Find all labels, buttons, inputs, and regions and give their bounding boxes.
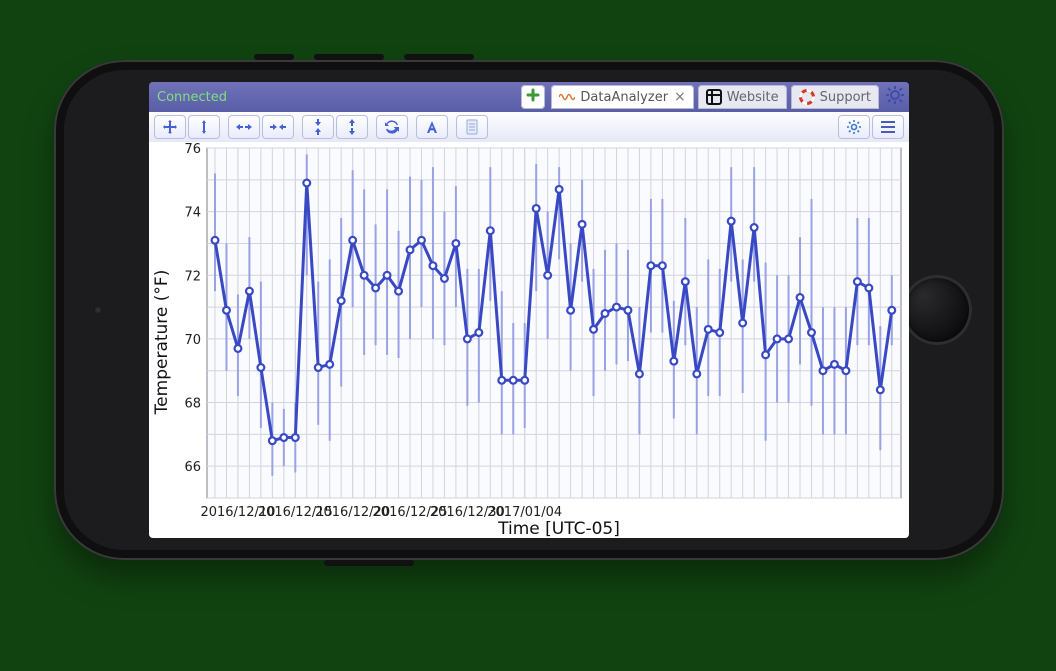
x-axis-label: Time [UTC-05] (497, 519, 620, 538)
svg-text:76: 76 (184, 142, 201, 157)
refresh-tool[interactable] (376, 115, 408, 139)
zoom-y-tool[interactable] (188, 115, 220, 139)
arrows-out-vertical-icon (345, 118, 359, 136)
window-tabbar: Connected DataAnalyzer × (149, 82, 909, 112)
gear-icon (846, 119, 862, 135)
pan-tool[interactable] (154, 115, 186, 139)
chart-toolbar (149, 112, 909, 143)
tab-label: Website (727, 90, 779, 105)
menu-button[interactable] (872, 115, 904, 139)
svg-text:2017/01/04: 2017/01/04 (487, 505, 562, 520)
home-button[interactable] (902, 275, 972, 345)
chart-settings-button[interactable] (838, 115, 870, 139)
grid-icon (706, 89, 722, 105)
annotate-tool[interactable] (416, 115, 448, 139)
document-icon (465, 119, 479, 135)
arrows-out-horizontal-icon (269, 120, 287, 134)
svg-text:74: 74 (184, 206, 201, 221)
phone-frame: Connected DataAnalyzer × (54, 60, 1004, 560)
temperature-chart[interactable]: 666870727476 2016/12/102016/12/152016/12… (149, 142, 909, 538)
close-icon[interactable]: × (674, 89, 686, 105)
tab-label: DataAnalyzer (580, 90, 668, 105)
tab-dataanalyzer[interactable]: DataAnalyzer × (551, 85, 693, 109)
chart-area[interactable]: 666870727476 2016/12/102016/12/152016/12… (149, 142, 909, 538)
move-icon (162, 119, 178, 135)
svg-text:68: 68 (184, 397, 201, 412)
svg-text:66: 66 (184, 460, 201, 475)
arrows-in-vertical-icon (311, 118, 325, 136)
phone-speaker (94, 306, 102, 314)
tab-label: Support (820, 90, 871, 105)
zoom-out-x-tool[interactable] (262, 115, 294, 139)
fit-y-tool[interactable] (302, 115, 334, 139)
svg-text:70: 70 (184, 333, 201, 348)
zoom-in-x-tool[interactable] (228, 115, 260, 139)
arrows-in-horizontal-icon (235, 120, 253, 134)
tab-website[interactable]: Website (698, 85, 787, 109)
gear-sparkle-icon (885, 85, 905, 109)
app-screen: Connected DataAnalyzer × (149, 82, 909, 538)
tab-support[interactable]: Support (791, 85, 879, 109)
svg-text:72: 72 (184, 269, 201, 284)
zoom-vertical-icon (196, 119, 212, 135)
notes-tool[interactable] (456, 115, 488, 139)
hamburger-icon (880, 120, 896, 134)
wave-icon (559, 89, 575, 105)
lifering-icon (799, 89, 815, 105)
letter-a-icon (425, 120, 439, 134)
y-axis-label: Temperature (°F) (152, 270, 172, 416)
plus-icon (526, 88, 540, 106)
settings-menu-button[interactable] (881, 83, 909, 111)
refresh-icon (384, 119, 400, 135)
new-tab-button[interactable] (521, 85, 545, 109)
auto-y-tool[interactable] (336, 115, 368, 139)
connection-status: Connected (149, 90, 235, 105)
